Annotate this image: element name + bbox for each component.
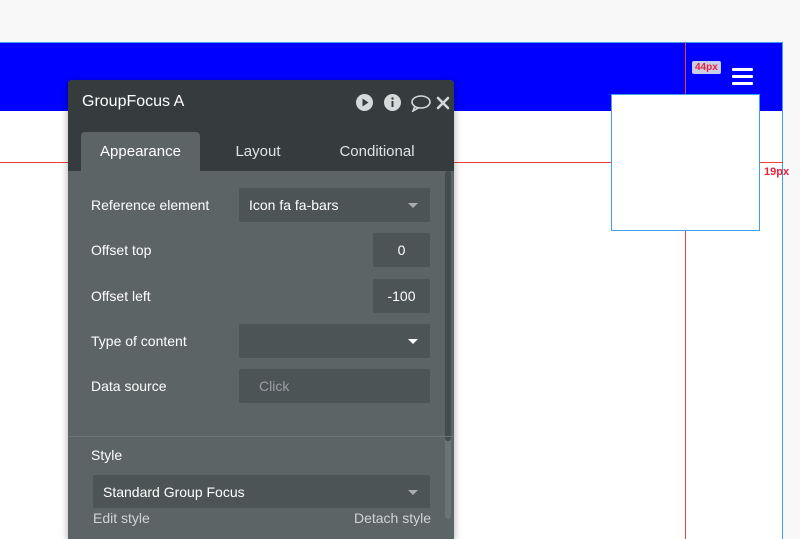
data-source-label: Data source	[91, 378, 167, 394]
style-value: Standard Group Focus	[103, 484, 245, 500]
section-divider	[68, 436, 454, 437]
offset-left-input[interactable]: -100	[373, 279, 430, 313]
chevron-down-icon	[408, 490, 418, 495]
page-top-edge	[0, 42, 783, 43]
type-of-content-label: Type of content	[91, 333, 187, 349]
distance-label-top: 44px	[692, 61, 721, 74]
offset-top-label: Offset top	[91, 242, 152, 258]
panel-scrollbar[interactable]	[445, 171, 451, 519]
offset-top-value: 0	[397, 242, 406, 258]
chevron-down-icon	[408, 339, 418, 344]
tab-conditional[interactable]: Conditional	[323, 132, 431, 171]
info-icon[interactable]	[384, 94, 401, 111]
offset-left-value: -100	[387, 288, 416, 304]
tab-layout[interactable]: Layout	[208, 132, 308, 171]
comment-icon[interactable]	[410, 94, 432, 113]
group-focus-element[interactable]	[611, 94, 760, 231]
play-icon[interactable]	[356, 94, 373, 111]
offset-left-label: Offset left	[91, 288, 151, 304]
style-heading: Style	[91, 447, 123, 463]
chevron-down-icon	[408, 203, 418, 208]
style-dropdown[interactable]: Standard Group Focus	[93, 475, 430, 508]
page-right-edge	[782, 42, 783, 539]
tab-appearance[interactable]: Appearance	[81, 132, 200, 171]
distance-label-right: 19px	[764, 166, 790, 178]
offset-top-input[interactable]: 0	[373, 233, 430, 267]
reference-element-label: Reference element	[91, 197, 210, 213]
detach-style-link[interactable]: Detach style	[354, 510, 431, 526]
hamburger-menu-icon[interactable]	[732, 68, 753, 86]
data-source-input[interactable]: Click	[239, 369, 430, 403]
reference-element-value: Icon fa fa-bars	[249, 197, 339, 213]
close-icon[interactable]	[436, 96, 450, 110]
type-of-content-dropdown[interactable]	[239, 324, 430, 358]
reference-element-dropdown[interactable]: Icon fa fa-bars	[239, 188, 430, 222]
title-icons	[346, 94, 450, 113]
edit-style-link[interactable]: Edit style	[93, 510, 150, 526]
data-source-placeholder: Click	[259, 378, 290, 394]
panel-title: GroupFocus A	[82, 93, 185, 110]
tab-bar: Appearance Layout Conditional	[68, 124, 454, 171]
panel-titlebar[interactable]: GroupFocus A	[68, 80, 454, 124]
property-editor-panel: GroupFocus A Appearance Layout Condition…	[68, 80, 454, 539]
scrollbar-thumb[interactable]	[445, 171, 451, 441]
